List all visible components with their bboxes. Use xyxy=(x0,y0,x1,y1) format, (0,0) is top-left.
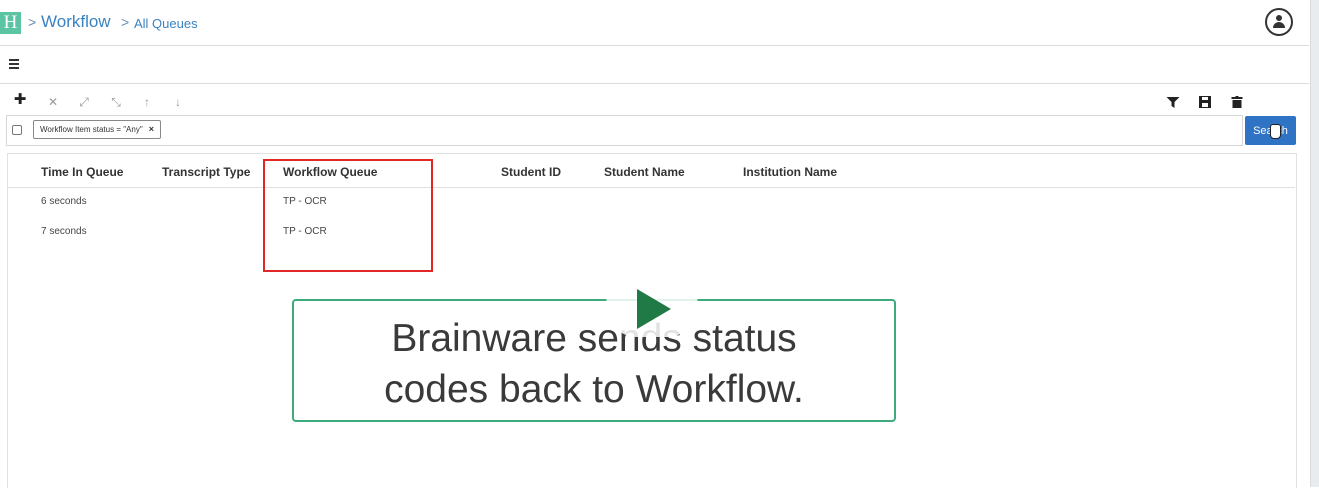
collapse-icon[interactable]: ⤢ xyxy=(77,95,91,109)
close-icon[interactable]: ✕ xyxy=(46,95,60,109)
highlight-box xyxy=(263,159,433,272)
arrow-down-icon[interactable]: ↓ xyxy=(171,95,185,109)
column-header-institution-name[interactable]: Institution Name xyxy=(743,165,837,179)
column-header-transcript-type[interactable]: Transcript Type xyxy=(162,165,250,179)
mouse-cursor-icon xyxy=(1270,124,1281,139)
expand-icon[interactable]: ⤡ xyxy=(109,95,123,109)
caption-line-1: Brainware sends status xyxy=(391,317,797,360)
page-scrollbar[interactable] xyxy=(1310,0,1319,487)
filter-search-field[interactable] xyxy=(6,115,1243,146)
breadcrumb-all-queues[interactable]: All Queues xyxy=(134,16,198,31)
arrow-up-icon[interactable]: ↑ xyxy=(140,95,154,109)
app-logo[interactable]: H xyxy=(0,12,21,34)
plus-icon[interactable]: ✚ xyxy=(13,92,27,107)
filter-chip[interactable]: Workflow Item status = "Any" × xyxy=(33,120,161,139)
hamburger-menu-icon[interactable] xyxy=(9,59,19,71)
breadcrumb-separator: > xyxy=(28,14,37,30)
menu-bar xyxy=(0,46,1309,84)
play-icon[interactable] xyxy=(637,289,671,329)
cell-time-in-queue: 6 seconds xyxy=(41,196,87,207)
breadcrumb-workflow-link[interactable]: Workflow xyxy=(41,12,111,32)
caption-line-2: codes back to Workflow. xyxy=(384,368,804,411)
filter-icon[interactable] xyxy=(1166,97,1180,108)
save-icon[interactable] xyxy=(1198,96,1212,108)
trash-icon[interactable] xyxy=(1230,96,1244,108)
filter-chip-remove-icon[interactable]: × xyxy=(149,124,154,134)
video-caption: Brainware sends status codes back to Wor… xyxy=(292,299,896,422)
cell-time-in-queue: 7 seconds xyxy=(41,226,87,237)
column-header-time-in-queue[interactable]: Time In Queue xyxy=(41,165,123,179)
select-all-checkbox[interactable] xyxy=(12,125,22,135)
column-header-student-name[interactable]: Student Name xyxy=(604,165,685,179)
user-account-icon[interactable] xyxy=(1265,8,1293,36)
column-header-student-id[interactable]: Student ID xyxy=(501,165,561,179)
filter-chip-label: Workflow Item status = "Any" xyxy=(40,125,143,134)
breadcrumb-separator: > xyxy=(121,14,130,30)
